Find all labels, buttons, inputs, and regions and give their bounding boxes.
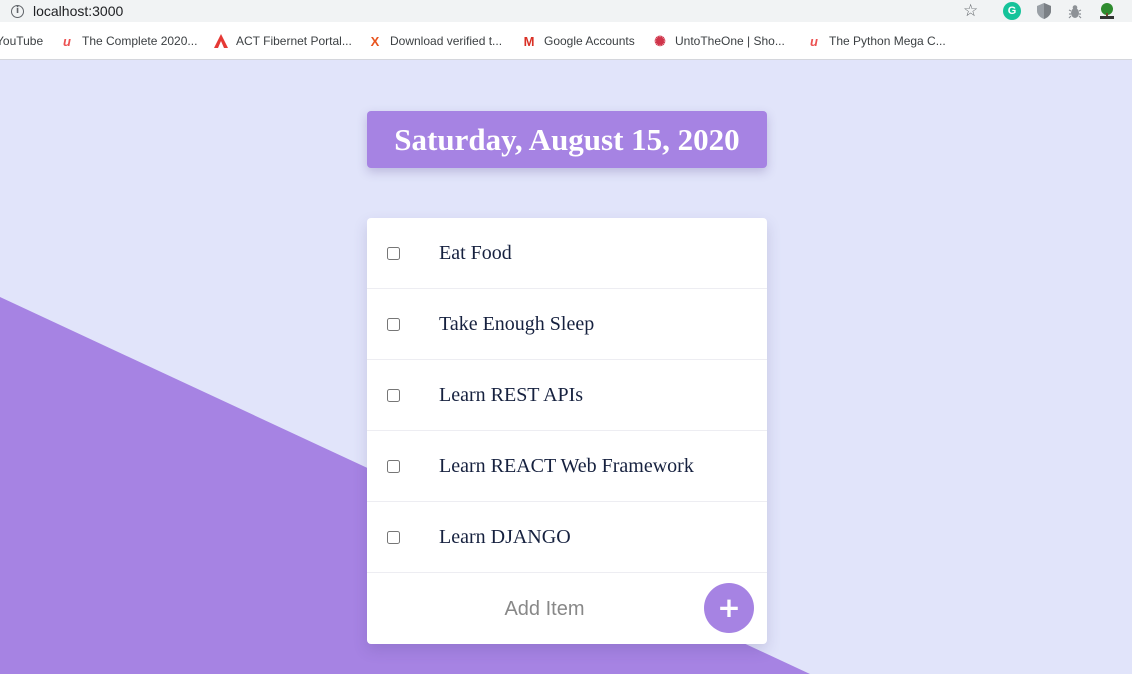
browser-toolbar: i localhost:3000 ☆ G (0, 0, 1132, 22)
page-content: Saturday, August 15, 2020 Eat Food Take … (0, 61, 1132, 674)
shield-extension-icon[interactable] (1035, 2, 1053, 20)
bookmark-python-mega[interactable]: u The Python Mega C... (806, 22, 946, 60)
todo-checkbox[interactable] (387, 317, 400, 331)
bookmark-label: ACT Fibernet Portal... (236, 34, 352, 48)
todo-card: Eat Food Take Enough Sleep Learn REST AP… (367, 218, 767, 644)
add-item-input[interactable] (407, 591, 682, 627)
bookmark-label: The Complete 2020... (82, 34, 198, 48)
bookmark-google-accounts[interactable]: M Google Accounts (521, 22, 635, 60)
udemy-icon: u (810, 33, 818, 49)
todo-item-label: Take Enough Sleep (439, 312, 595, 335)
bookmark-download-verified[interactable]: X Download verified t... (367, 22, 502, 60)
bookmark-untotheone[interactable]: ✺ UntoTheOne | Sho... (652, 22, 785, 60)
todo-item-label: Learn DJANGO (439, 525, 571, 548)
todo-item: Learn REST APIs (367, 360, 767, 431)
untotheone-icon: ✺ (654, 32, 666, 49)
todo-item: Eat Food (367, 218, 767, 289)
bookmark-label: Google Accounts (544, 34, 635, 48)
todo-item-label: Learn REACT Web Framework (439, 454, 694, 477)
udemy-icon: u (63, 33, 71, 49)
todo-item-label: Learn REST APIs (439, 383, 584, 406)
act-icon (213, 33, 229, 49)
x-icon: X (370, 33, 380, 49)
info-icon[interactable]: i (11, 4, 24, 18)
bookmark-youtube[interactable]: YouTube (0, 22, 43, 60)
todo-item: Learn DJANGO (367, 502, 767, 573)
url-text[interactable]: localhost:3000 (33, 3, 123, 19)
grammarly-extension-icon[interactable]: G (1003, 2, 1021, 20)
bug-extension-icon[interactable] (1066, 2, 1084, 20)
bookmark-complete-2020[interactable]: u The Complete 2020... (59, 22, 197, 60)
todo-item-label: Eat Food (439, 241, 512, 264)
todo-checkbox[interactable] (387, 530, 400, 544)
bookmark-label: YouTube (0, 34, 44, 48)
todo-item: Take Enough Sleep (367, 289, 767, 360)
todo-checkbox[interactable] (387, 388, 400, 402)
bookmarks-bar: YouTube u The Complete 2020... ACT Fiber… (0, 22, 1132, 60)
address-bar[interactable]: i localhost:3000 (0, 0, 990, 22)
bookmark-label: The Python Mega C... (829, 34, 946, 48)
date-heading: Saturday, August 15, 2020 (367, 111, 767, 168)
todo-item: Learn REACT Web Framework (367, 431, 767, 502)
gmail-icon: M (523, 33, 535, 49)
tree-extension-icon[interactable] (1098, 2, 1116, 20)
todo-checkbox[interactable] (387, 246, 400, 260)
bookmark-star-icon[interactable]: ☆ (963, 1, 978, 21)
todo-checkbox[interactable] (387, 459, 400, 473)
add-item-form: + (367, 573, 767, 644)
bookmark-label: Download verified t... (390, 34, 503, 48)
bookmark-label: UntoTheOne | Sho... (675, 34, 785, 48)
add-item-button[interactable]: + (704, 583, 754, 633)
bookmark-act-fibernet[interactable]: ACT Fibernet Portal... (213, 22, 352, 60)
